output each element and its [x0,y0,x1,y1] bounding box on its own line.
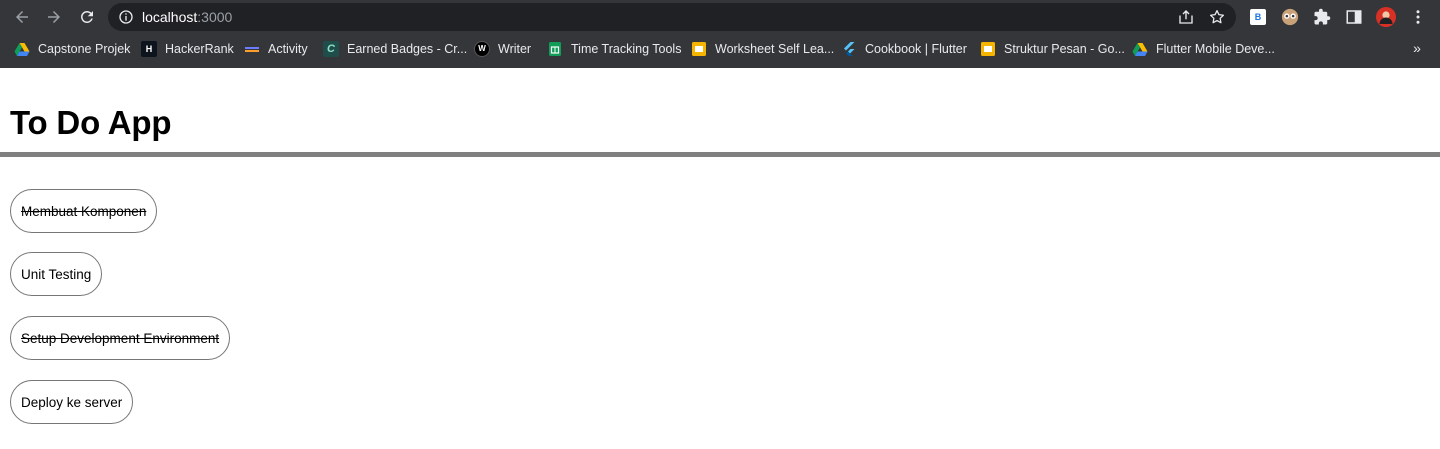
google-slides-icon [980,41,996,57]
todo-item[interactable]: Deploy ke server [10,380,134,424]
bookmark-cookbook-flutter[interactable]: Cookbook | Flutter [841,39,967,59]
bookmark-label: Worksheet Self Lea... [715,42,835,56]
url-text: localhost:3000 [142,9,232,25]
bookmarks-bar: Capstone Projek H HackerRank Activity C … [0,36,1440,62]
bookmark-label: Flutter Mobile Deve... [1156,42,1275,56]
title-divider [0,152,1440,157]
todo-item[interactable]: Setup Development Environment [10,316,231,360]
activity-icon [244,41,260,57]
star-icon[interactable] [1208,8,1226,26]
forward-button[interactable] [42,5,66,29]
browser-chrome: localhost:3000 B Capstone Projek H Hacke… [0,0,1440,68]
flutter-icon [841,41,857,57]
bookmark-struktur-pesan[interactable]: Struktur Pesan - Go... [980,39,1125,59]
url-host: localhost [142,9,198,25]
url-port: :3000 [197,9,233,25]
back-button[interactable] [10,5,34,29]
bookmark-activity[interactable]: Activity [244,39,308,59]
browser-toolbar: localhost:3000 B [0,0,1440,34]
side-panel-icon [1346,10,1362,24]
writer-icon: W [474,41,490,57]
todo-item[interactable]: Unit Testing [10,252,103,296]
bookmark-time-tracking-tools[interactable]: Time Tracking Tools [547,39,681,59]
google-sheets-icon [547,41,563,57]
address-bar[interactable]: localhost:3000 [108,3,1236,31]
credly-icon: C [323,41,339,57]
google-drive-icon [1132,41,1148,57]
bookmark-label: Activity [268,42,308,56]
reload-button[interactable] [75,5,99,29]
google-drive-icon [14,41,30,57]
bookmark-worksheet-self-learning[interactable]: Worksheet Self Lea... [691,39,834,59]
google-slides-icon [691,41,707,57]
bookmark-writer[interactable]: W Writer [474,39,531,59]
arrow-left-icon [16,11,28,23]
bookmark-label: Writer [498,42,532,56]
bookmark-earned-badges[interactable]: C Earned Badges - Cr... [323,39,467,59]
bookmark-label: Struktur Pesan - Go... [1004,42,1125,56]
bookmark-label: Capstone Projek [38,42,131,56]
extension-button[interactable] [1280,7,1300,27]
b-extension-button[interactable]: B [1248,7,1268,27]
menu-button[interactable] [1408,7,1428,27]
extensions-button[interactable] [1312,7,1332,27]
puzzle-icon [1314,8,1331,25]
bookmark-label: Cookbook | Flutter [865,42,967,56]
side-panel-button[interactable] [1344,7,1364,27]
todo-item[interactable]: Membuat Komponen [10,189,158,233]
page-title: To Do App [10,104,172,141]
more-vert-icon [1416,10,1420,24]
owl-extension-icon [1281,8,1299,26]
b-extension-icon: B [1250,9,1266,25]
reload-icon [80,10,93,23]
avatar [1376,7,1396,27]
bookmark-capstone-projek[interactable]: Capstone Projek [14,39,130,59]
hackerrank-icon: H [141,41,157,57]
bookmark-label: Time Tracking Tools [571,42,682,56]
bookmark-hackerrank[interactable]: H HackerRank [141,39,234,59]
profile-button[interactable] [1376,7,1396,27]
bookmark-label: Earned Badges - Cr... [347,42,468,56]
arrow-right-icon [48,11,60,23]
bookmarks-overflow-button[interactable]: » [1409,40,1425,56]
bookmark-flutter-mobile-developer[interactable]: Flutter Mobile Deve... [1132,39,1275,59]
share-icon[interactable] [1177,8,1195,26]
info-icon[interactable] [118,9,134,25]
bookmark-label: HackerRank [165,42,234,56]
